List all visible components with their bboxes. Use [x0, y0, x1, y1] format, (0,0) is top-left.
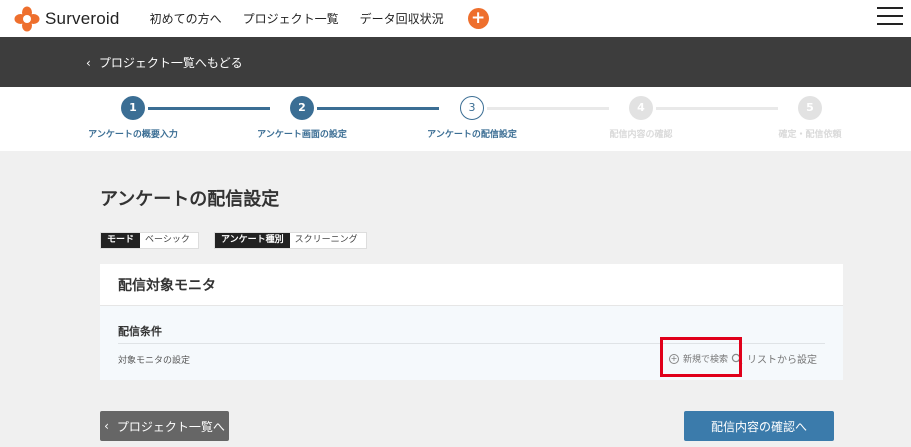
back-button-label: プロジェクト一覧へ: [116, 419, 225, 434]
step-5-label: 確定・配信依頼: [778, 130, 842, 140]
set-from-list-label: リストから設定: [747, 355, 817, 366]
step-connector: [487, 107, 609, 110]
brand-name: Surveroid: [45, 8, 120, 28]
survey-type-badge-value: スクリーニング: [294, 235, 358, 245]
back-to-projects-button[interactable]: ‹ プロジェクト一覧へ: [100, 411, 229, 441]
step-3-label: アンケートの配信設定: [427, 130, 517, 140]
chevron-left-icon: ‹: [86, 56, 91, 70]
step-1-circle: 1: [121, 96, 145, 120]
step-connector: [656, 107, 778, 110]
highlight-annotation: [660, 337, 742, 377]
step-4-label: 配信内容の確認: [609, 130, 673, 140]
main-nav: 初めての方へ プロジェクト一覧 データ回収状況: [150, 10, 465, 27]
chevron-left-icon: ‹: [104, 419, 109, 433]
nav-item-projects[interactable]: プロジェクト一覧: [243, 10, 339, 27]
back-to-projects-link[interactable]: ‹ プロジェクト一覧へもどる: [86, 54, 243, 71]
step-1-label: アンケートの概要入力: [88, 130, 178, 140]
step-connector: [148, 107, 270, 110]
confirm-delivery-button[interactable]: 配信内容の確認へ: [684, 411, 834, 441]
card-title: 配信対象モニタ: [118, 278, 216, 294]
nav-item-beginners[interactable]: 初めての方へ: [150, 10, 222, 27]
target-monitor-setting-label: 対象モニタの設定: [118, 356, 191, 366]
flower-logo-icon: [14, 6, 40, 31]
nav-item-data-status[interactable]: データ回収状況: [360, 10, 444, 27]
mode-badge: モード ベーシック: [100, 232, 199, 249]
brand-logo[interactable]: Surveroid: [14, 6, 120, 32]
add-project-button[interactable]: +: [467, 8, 489, 29]
mode-badge-value: ベーシック: [145, 235, 190, 245]
step-2-circle: 2: [290, 96, 314, 120]
conditions-title: 配信条件: [118, 325, 162, 338]
mode-badge-key: モード: [101, 233, 141, 248]
step-5-circle: 5: [798, 96, 822, 120]
step-4-circle: 4: [629, 96, 653, 120]
top-header: Surveroid 初めての方へ プロジェクト一覧 データ回収状況 +: [0, 0, 911, 37]
sub-header: ‹ プロジェクト一覧へもどる: [0, 37, 911, 87]
survey-type-badge-key: アンケート種別: [215, 233, 290, 248]
page-title: アンケートの配信設定: [100, 189, 280, 210]
step-2-label: アンケート画面の設定: [257, 130, 347, 140]
hamburger-icon[interactable]: [877, 7, 903, 27]
set-from-list-link[interactable]: リストから設定: [731, 351, 817, 366]
step-connector: [317, 107, 439, 110]
step-3-circle: 3: [460, 96, 484, 120]
back-link-label: プロジェクト一覧へもどる: [98, 56, 243, 70]
survey-type-badge: アンケート種別 スクリーニング: [214, 232, 367, 249]
progress-stepper: 1 2 3 4 5 アンケートの概要入力 アンケート画面の設定 アンケートの配信…: [0, 87, 911, 151]
